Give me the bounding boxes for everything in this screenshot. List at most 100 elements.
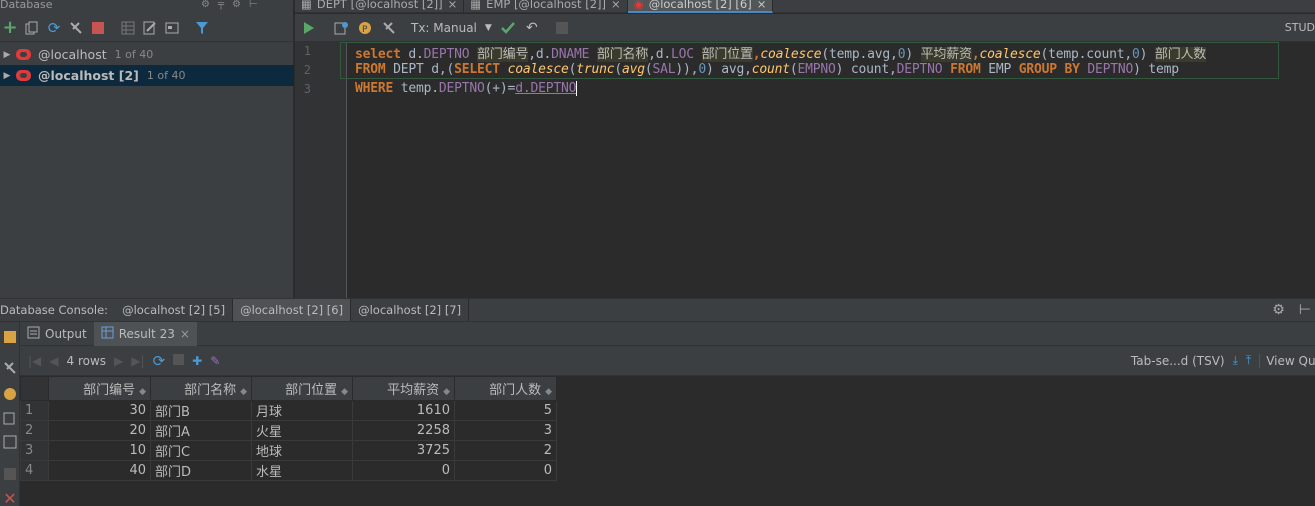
explain-plan-icon[interactable] bbox=[333, 20, 349, 36]
table-cell[interactable]: 5 bbox=[454, 400, 557, 421]
table-cell[interactable]: 1610 bbox=[352, 400, 455, 421]
row-number[interactable]: 4 bbox=[20, 460, 49, 481]
pin-icon[interactable]: ╤ bbox=[218, 0, 224, 10]
table-cell[interactable]: 地球 bbox=[251, 440, 353, 461]
code-line-2[interactable]: FROM DEPT d,(SELECT coalesce(trunc(avg(S… bbox=[355, 62, 1179, 77]
settings-icon[interactable]: ⚙ bbox=[1272, 302, 1285, 318]
code-line-3[interactable]: WHERE temp.DEPTNO(+)=d.DEPTNO bbox=[355, 81, 578, 96]
table-cell[interactable]: 火星 bbox=[251, 420, 353, 441]
view-query-button[interactable]: View Query bbox=[1259, 353, 1315, 368]
tab-console[interactable]: ◉ @localhost [2] [6] × bbox=[627, 0, 774, 13]
tab-output[interactable]: Output bbox=[20, 322, 94, 346]
import-icon[interactable]: ⤒ bbox=[1246, 353, 1251, 368]
table-icon[interactable] bbox=[120, 20, 136, 36]
add-row-icon[interactable]: ✚ bbox=[192, 354, 202, 368]
row-number[interactable]: 1 bbox=[20, 400, 49, 421]
column-header[interactable]: 部门位置 ◆ bbox=[251, 376, 353, 401]
chevron-down-icon[interactable]: ▼ bbox=[485, 23, 492, 33]
cancel-icon[interactable] bbox=[554, 20, 570, 36]
table-cell[interactable]: 0 bbox=[454, 460, 557, 481]
hide-icon[interactable]: ⊢ bbox=[249, 0, 258, 10]
settings-icon[interactable]: ⚙ bbox=[201, 0, 210, 10]
refresh-icon[interactable]: ⟳ bbox=[153, 352, 166, 370]
table-cell[interactable]: 0 bbox=[352, 460, 455, 481]
tools-icon[interactable] bbox=[2, 360, 18, 376]
tx-mode-dropdown[interactable]: Tx: Manual bbox=[411, 21, 477, 35]
stop-icon[interactable] bbox=[90, 20, 106, 36]
next-page-icon[interactable]: ▶ bbox=[114, 354, 123, 368]
table-cell[interactable]: 2258 bbox=[352, 420, 455, 441]
column-header[interactable]: 平均薪资 ◆ bbox=[352, 376, 455, 401]
row-number[interactable]: 3 bbox=[20, 440, 49, 461]
prev-page-icon[interactable]: ◀ bbox=[49, 354, 58, 368]
column-header[interactable]: 部门人数 ◆ bbox=[454, 376, 557, 401]
table-cell[interactable]: 2 bbox=[454, 440, 557, 461]
close-icon[interactable]: × bbox=[448, 0, 458, 10]
sort-icon[interactable]: ◆ bbox=[139, 387, 146, 397]
tab-result[interactable]: Result 23 × bbox=[93, 321, 197, 346]
table-row[interactable]: 3 10 部门C 地球 3725 2 bbox=[20, 440, 557, 461]
table-row[interactable]: 2 20 部门A 火星 2258 3 bbox=[20, 420, 557, 441]
first-page-icon[interactable]: |◀ bbox=[28, 354, 41, 368]
tools-icon[interactable] bbox=[68, 20, 84, 36]
tree-item-localhost[interactable]: ▶ @localhost 1 of 40 bbox=[0, 44, 294, 65]
console-icon[interactable] bbox=[164, 20, 180, 36]
close-icon[interactable]: ✕ bbox=[2, 489, 18, 506]
refresh-icon[interactable]: ⟳ bbox=[46, 19, 62, 37]
parameters-icon[interactable]: P bbox=[357, 20, 373, 36]
explain-plan-icon[interactable] bbox=[2, 410, 18, 426]
commit-icon[interactable] bbox=[500, 20, 516, 36]
close-icon[interactable]: × bbox=[611, 0, 621, 10]
sort-icon[interactable]: ◆ bbox=[240, 387, 247, 397]
filter-icon[interactable] bbox=[194, 20, 210, 36]
rollback-icon[interactable]: ↶ bbox=[524, 20, 540, 36]
last-page-icon[interactable]: ▶| bbox=[131, 354, 144, 368]
tab-emp[interactable]: ▦ EMP [@localhost [2]] × bbox=[464, 0, 628, 13]
export-icon[interactable]: ⤓ bbox=[1233, 353, 1238, 368]
stop-icon[interactable] bbox=[2, 466, 18, 482]
table-cell[interactable]: 20 bbox=[48, 420, 151, 441]
table-cell[interactable]: 10 bbox=[48, 440, 151, 461]
settings-tools-icon[interactable] bbox=[381, 20, 397, 36]
table-cell[interactable]: 3 bbox=[454, 420, 557, 441]
tree-item-localhost-2[interactable]: ▶ @localhost [2] 1 of 40 bbox=[0, 65, 294, 86]
layout-icon[interactable] bbox=[2, 434, 18, 450]
expand-arrow-icon[interactable]: ▶ bbox=[0, 71, 14, 81]
export-format-dropdown[interactable]: Tab-se...d (TSV) bbox=[1131, 354, 1225, 368]
close-icon[interactable]: × bbox=[757, 0, 767, 10]
table-cell[interactable]: 水星 bbox=[251, 460, 353, 481]
console-tab[interactable]: @localhost [2] [7] bbox=[351, 299, 470, 321]
schema-label[interactable]: STUD bbox=[1285, 21, 1315, 34]
tab-dept[interactable]: ▦ DEPT [@localhost [2]] × bbox=[295, 0, 465, 13]
table-cell[interactable]: 月球 bbox=[251, 400, 353, 421]
row-number[interactable]: 2 bbox=[20, 420, 49, 441]
table-cell[interactable]: 部门A bbox=[150, 420, 252, 441]
parameters-icon[interactable] bbox=[2, 386, 18, 402]
table-cell[interactable]: 3725 bbox=[352, 440, 455, 461]
sort-icon[interactable]: ◆ bbox=[341, 387, 348, 397]
sort-icon[interactable]: ◆ bbox=[443, 387, 450, 397]
expand-arrow-icon[interactable]: ▶ bbox=[0, 50, 14, 60]
table-cell[interactable]: 40 bbox=[48, 460, 151, 481]
copy-icon[interactable] bbox=[24, 20, 40, 36]
console-tab[interactable]: @localhost [2] [5] bbox=[115, 299, 234, 321]
gear-icon[interactable]: ⚙ bbox=[232, 0, 241, 10]
table-cell[interactable]: 部门B bbox=[150, 400, 252, 421]
table-cell[interactable]: 30 bbox=[48, 400, 151, 421]
sort-icon[interactable]: ◆ bbox=[545, 387, 552, 397]
add-icon[interactable]: + bbox=[2, 17, 18, 38]
pin-icon[interactable]: ✎ bbox=[210, 354, 220, 368]
close-icon[interactable]: × bbox=[180, 327, 190, 341]
table-row[interactable]: 1 30 部门B 月球 1610 5 bbox=[20, 400, 557, 421]
column-header[interactable]: 部门名称 ◆ bbox=[150, 376, 252, 401]
console-tab[interactable]: @localhost [2] [6] bbox=[233, 299, 352, 321]
stop-icon[interactable] bbox=[173, 353, 185, 368]
table-icon[interactable] bbox=[2, 329, 18, 345]
table-cell[interactable]: 部门C bbox=[150, 440, 252, 461]
edit-icon[interactable] bbox=[142, 20, 158, 36]
table-row[interactable]: 4 40 部门D 水星 0 0 bbox=[20, 460, 557, 481]
code-line-1[interactable]: select d.DEPTNO 部门编号,d.DNAME 部门名称,d.LOC … bbox=[355, 43, 1206, 62]
run-icon[interactable] bbox=[301, 20, 317, 36]
column-header[interactable]: 部门编号 ◆ bbox=[48, 376, 151, 401]
table-cell[interactable]: 部门D bbox=[150, 460, 252, 481]
